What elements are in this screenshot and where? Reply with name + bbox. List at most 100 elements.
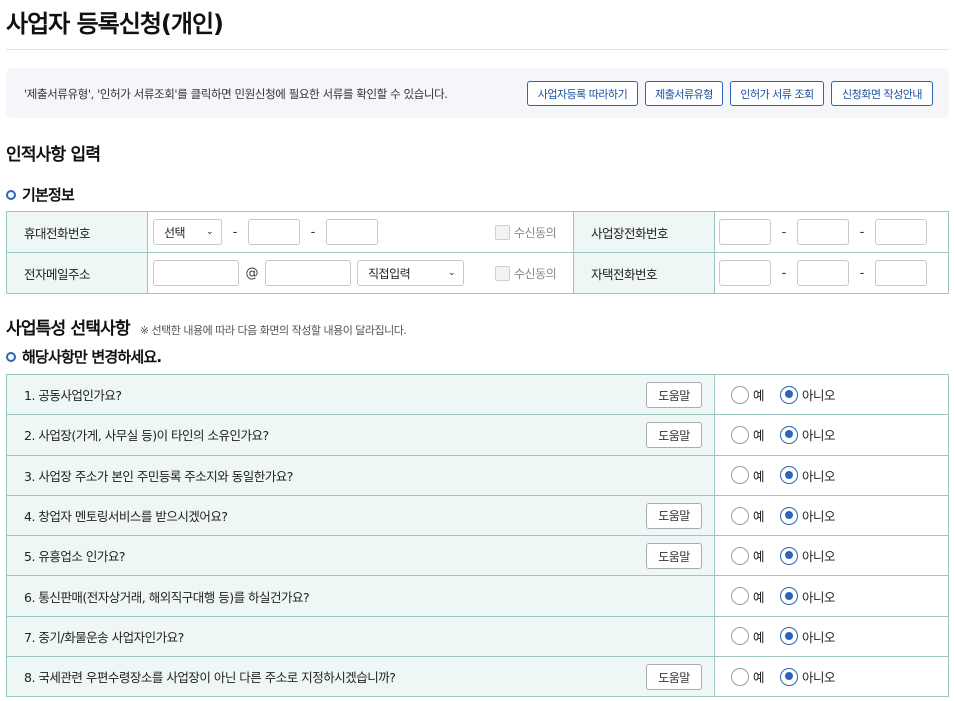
guide-follow-button[interactable]: 사업자등록 따라하기: [527, 81, 638, 106]
question-text: 1. 공동사업인가요?: [7, 375, 713, 415]
no-label: 아니오: [802, 589, 836, 605]
biz-phone-inputs: - -: [719, 212, 947, 252]
mobile-prefix-select[interactable]: 선택 ⌄: [153, 219, 222, 245]
table-row: 전자메일주소 @ 직접입력 ⌄ 수신동의 자택전화번호 - -: [6, 253, 949, 294]
yes-radio[interactable]: [731, 425, 749, 444]
dash-separator: -: [232, 224, 238, 240]
home-phone-inputs: - -: [719, 253, 947, 293]
help-button[interactable]: 도움말: [646, 382, 702, 408]
form-guide-button[interactable]: 신청화면 작성안내: [831, 81, 933, 106]
no-option[interactable]: 아니오: [780, 627, 836, 646]
yes-option[interactable]: 예: [731, 466, 765, 485]
yes-radio[interactable]: [731, 627, 749, 646]
help-button[interactable]: 도움말: [646, 664, 702, 691]
no-radio[interactable]: [780, 627, 799, 646]
notice-text: '제출서류유형', '인허가 서류조회'를 클릭하면 민원신청에 필요한 서류를…: [24, 87, 448, 101]
consent-checkbox[interactable]: [495, 224, 510, 240]
mobile-middle-input[interactable]: [248, 219, 300, 245]
biz-phone-label: 사업장전화번호: [574, 212, 714, 252]
email-consent[interactable]: 수신동의: [495, 253, 575, 293]
biz-phone-middle-input[interactable]: [797, 219, 849, 245]
consent-checkbox[interactable]: [495, 265, 510, 281]
yes-no-radio-group: 예 아니오: [719, 456, 851, 495]
notice-box: '제출서류유형', '인허가 서류조회'를 클릭하면 민원신청에 필요한 서류를…: [6, 68, 949, 118]
mobile-consent[interactable]: 수신동의: [495, 212, 575, 252]
email-label: 전자메일주소: [7, 253, 147, 293]
question-text: 2. 사업장(가게, 사무실 등)이 타인의 소유인가요?: [7, 415, 713, 455]
yes-no-radio-group: 예 아니오: [719, 415, 851, 454]
yes-no-radio-group: 예 아니오: [719, 536, 851, 575]
home-phone-middle-input[interactable]: [797, 260, 849, 286]
yes-radio[interactable]: [731, 466, 749, 485]
question-row: 2. 사업장(가게, 사무실 등)이 타인의 소유인가요? 도움말 예 아니오: [6, 415, 949, 456]
consent-label: 수신동의: [514, 225, 557, 240]
no-option[interactable]: 아니오: [780, 425, 836, 444]
question-row: 6. 통신판매(전자상거래, 해외직구대행 등)를 하실건가요? 예 아니오: [6, 576, 949, 617]
yes-option[interactable]: 예: [731, 385, 765, 404]
yes-label: 예: [753, 670, 765, 686]
home-phone-last-input[interactable]: [875, 260, 927, 286]
yes-no-radio-group: 예 아니오: [719, 617, 851, 656]
yes-option[interactable]: 예: [731, 667, 765, 686]
question-text: 7. 중기/화물운송 사업자인가요?: [7, 616, 713, 657]
biz-options-title: 사업특성 선택사항: [6, 319, 131, 339]
email-inputs: @ 직접입력 ⌄: [153, 253, 493, 293]
yes-no-radio-group: 예 아니오: [719, 496, 851, 535]
yes-radio[interactable]: [731, 587, 749, 606]
yes-option[interactable]: 예: [731, 506, 765, 525]
email-id-input[interactable]: [153, 260, 239, 286]
no-label: 아니오: [802, 468, 836, 484]
no-radio[interactable]: [780, 506, 799, 525]
help-button[interactable]: 도움말: [646, 502, 702, 529]
no-radio[interactable]: [780, 466, 799, 485]
biz-phone-last-input[interactable]: [875, 219, 927, 245]
chevron-down-icon: ⌄: [447, 268, 456, 278]
help-button[interactable]: 도움말: [646, 543, 702, 570]
personal-info-heading: 인적사항 입력: [6, 145, 101, 165]
permit-docs-button[interactable]: 인허가 서류 조회: [730, 81, 824, 106]
home-phone-area-input[interactable]: [719, 260, 771, 286]
yes-label: 예: [753, 388, 765, 404]
biz-questions-table: 1. 공동사업인가요? 도움말 예 아니오 2. 사업장(가게, 사무실 등)이 타인의…: [6, 374, 949, 698]
no-radio[interactable]: [780, 546, 799, 565]
dash-separator: -: [859, 224, 865, 240]
help-button[interactable]: 도움말: [646, 422, 702, 449]
yes-option[interactable]: 예: [731, 627, 765, 646]
question-row: 4. 창업자 멘토링서비스를 받으시겠어요? 도움말 예 아니오: [6, 495, 949, 537]
no-option[interactable]: 아니오: [780, 546, 836, 565]
no-radio[interactable]: [780, 385, 799, 404]
yes-option[interactable]: 예: [731, 587, 765, 606]
yes-no-radio-group: 예 아니오: [719, 375, 851, 414]
no-option[interactable]: 아니오: [780, 385, 836, 404]
biz-options-note: ※ 선택한 내용에 따라 다음 화면의 작성할 내용이 달라집니다.: [139, 324, 407, 337]
no-radio[interactable]: [780, 667, 799, 686]
yes-no-radio-group: 예 아니오: [719, 657, 851, 696]
no-option[interactable]: 아니오: [780, 587, 836, 606]
yes-radio[interactable]: [731, 667, 749, 686]
yes-radio[interactable]: [731, 546, 749, 565]
biz-phone-area-input[interactable]: [719, 219, 771, 245]
yes-option[interactable]: 예: [731, 546, 765, 565]
yes-label: 예: [753, 629, 765, 645]
no-option[interactable]: 아니오: [780, 466, 836, 485]
email-domain-select[interactable]: 직접입력 ⌄: [357, 260, 464, 286]
yes-label: 예: [753, 589, 765, 605]
question-text: 3. 사업장 주소가 본인 주민등록 주소지와 동일한가요?: [7, 455, 713, 495]
yes-option[interactable]: 예: [731, 425, 765, 444]
question-text: 4. 창업자 멘토링서비스를 받으시겠어요?: [7, 495, 713, 536]
no-label: 아니오: [802, 509, 836, 525]
no-radio[interactable]: [780, 587, 799, 606]
personal-info-table: 휴대전화번호 선택 ⌄ - - 수신동의 사업장전화번호 - - 전자메일주소 @: [6, 211, 949, 294]
yes-label: 예: [753, 468, 765, 484]
table-row: 휴대전화번호 선택 ⌄ - - 수신동의 사업장전화번호 - -: [6, 212, 949, 253]
email-domain-input[interactable]: [265, 260, 351, 286]
document-types-button[interactable]: 제출서류유형: [645, 81, 723, 106]
yes-label: 예: [753, 549, 765, 565]
no-option[interactable]: 아니오: [780, 506, 836, 525]
yes-radio[interactable]: [731, 506, 749, 525]
mobile-label: 휴대전화번호: [7, 212, 147, 252]
yes-radio[interactable]: [731, 385, 749, 404]
no-option[interactable]: 아니오: [780, 667, 836, 686]
mobile-last-input[interactable]: [326, 219, 378, 245]
no-radio[interactable]: [780, 425, 799, 444]
